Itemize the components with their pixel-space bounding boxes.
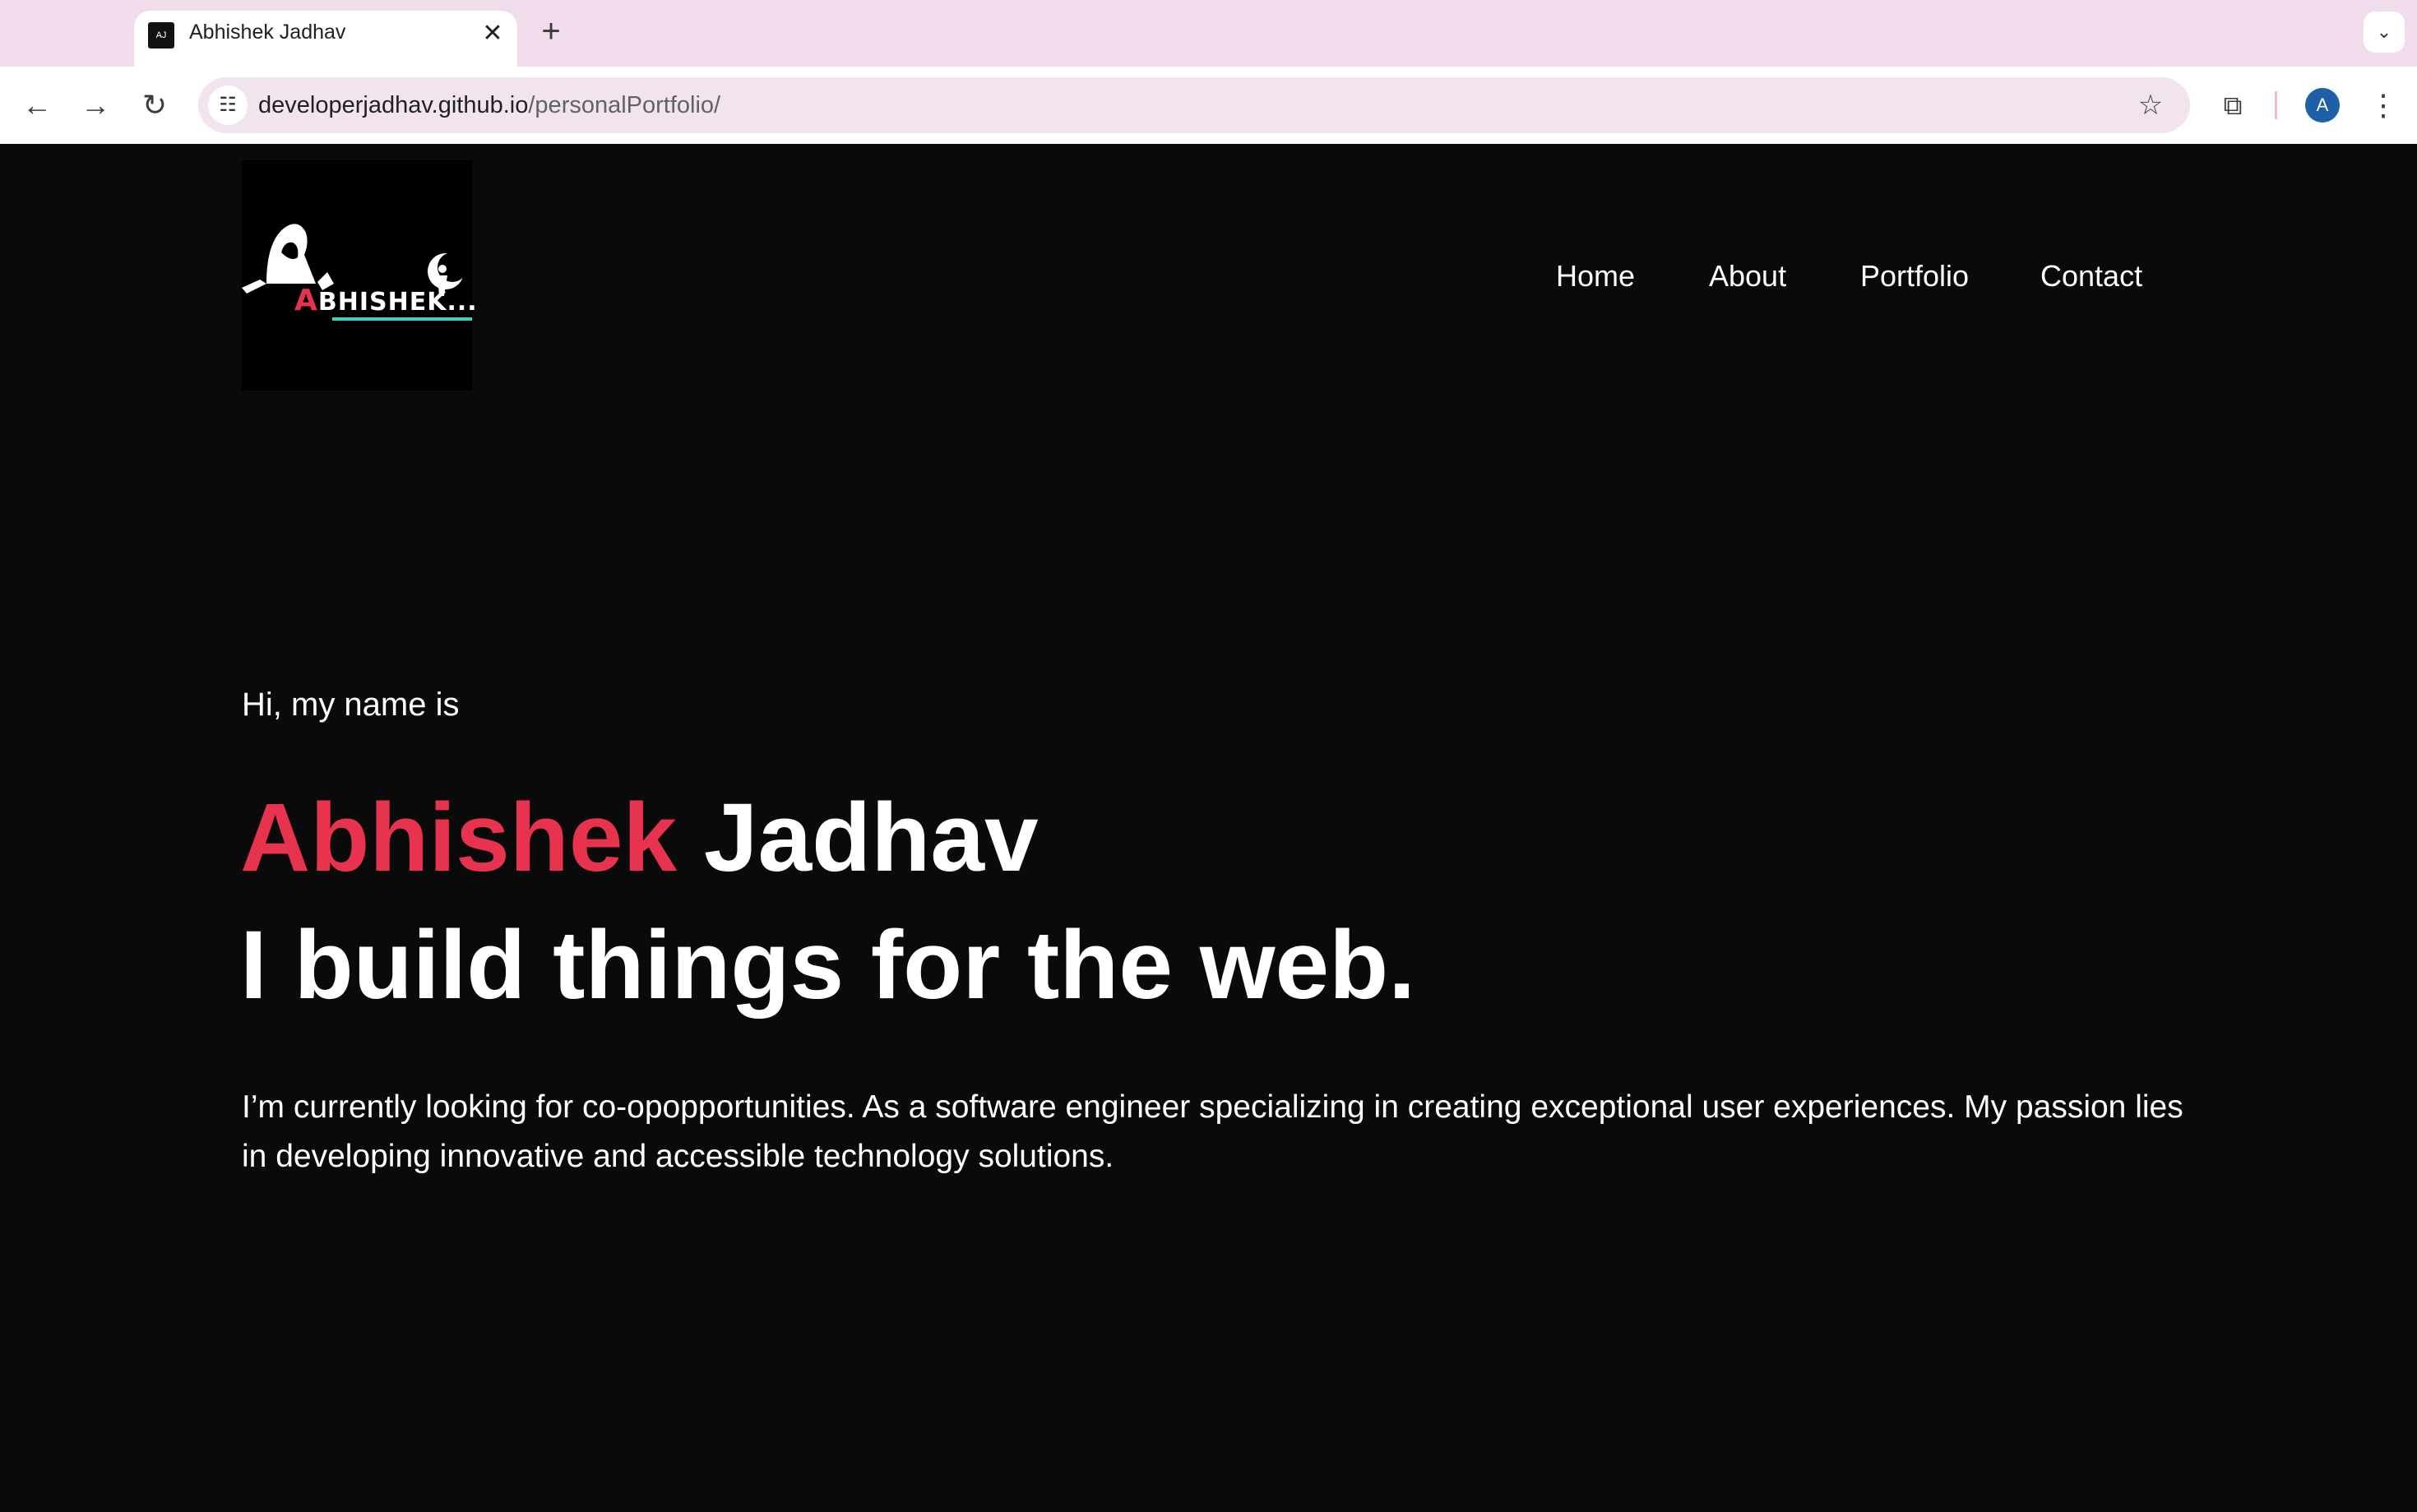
page-content: ABHISHEK... Home About Portfolio Contact… [0, 144, 2417, 1512]
nav-home-link[interactable]: Home [1556, 259, 1635, 294]
hero-intro: I’m currently looking for co-opopportuni… [242, 1089, 2183, 1174]
logo-text: ABHISHEK... [294, 284, 478, 317]
favicon-icon: AJ [148, 22, 174, 49]
browser-tab[interactable]: AJ Abhishek Jadhav ✕ [134, 11, 517, 67]
extensions-icon[interactable]: ⧉ [2212, 85, 2253, 126]
toolbar-divider [2275, 91, 2277, 119]
browser-menu-icon[interactable]: ⋮ [2365, 85, 2401, 126]
close-tab-icon[interactable]: ✕ [478, 19, 507, 49]
site-logo[interactable]: ABHISHEK... [242, 160, 477, 391]
nav-portfolio-link[interactable]: Portfolio [1860, 259, 1969, 294]
tab-title: Abhishek Jadhav [189, 21, 346, 44]
hero-greeting: Hi, my name is [242, 687, 460, 723]
url-domain: developerjadhav.github.io [258, 92, 529, 118]
address-bar[interactable]: ☷ developerjadhav.github.io/personalPort… [198, 77, 2190, 133]
nav-about-link[interactable]: About [1709, 259, 1786, 294]
hacker-figure-icon [242, 224, 467, 296]
reload-icon[interactable]: ↻ [134, 85, 175, 126]
site-info-icon[interactable]: ☷ [208, 86, 248, 125]
nav-contact-link[interactable]: Contact [2040, 259, 2142, 294]
bookmark-star-icon[interactable]: ☆ [2131, 86, 2170, 125]
hero-first-name: Abhishek [240, 784, 678, 892]
url-path: /personalPortfolio/ [528, 92, 721, 118]
hero-last-name: Jadhav [703, 784, 1039, 892]
hero-name: Abhishek Jadhav [240, 789, 1039, 886]
profile-avatar[interactable]: A [2305, 88, 2340, 123]
logo-underline [332, 317, 472, 321]
forward-icon[interactable]: → [75, 85, 116, 126]
browser-tab-strip: AJ Abhishek Jadhav ✕ + ⌄ [0, 0, 2417, 67]
url-text[interactable]: developerjadhav.github.io/personalPortfo… [258, 92, 720, 119]
hero-tagline: I build things for the web. [240, 911, 1416, 1020]
browser-toolbar: ← → ↻ ☷ developerjadhav.github.io/person… [0, 67, 2417, 145]
tab-search-button[interactable]: ⌄ [2364, 12, 2405, 53]
back-icon[interactable]: ← [16, 85, 58, 126]
new-tab-button[interactable]: + [533, 13, 569, 49]
